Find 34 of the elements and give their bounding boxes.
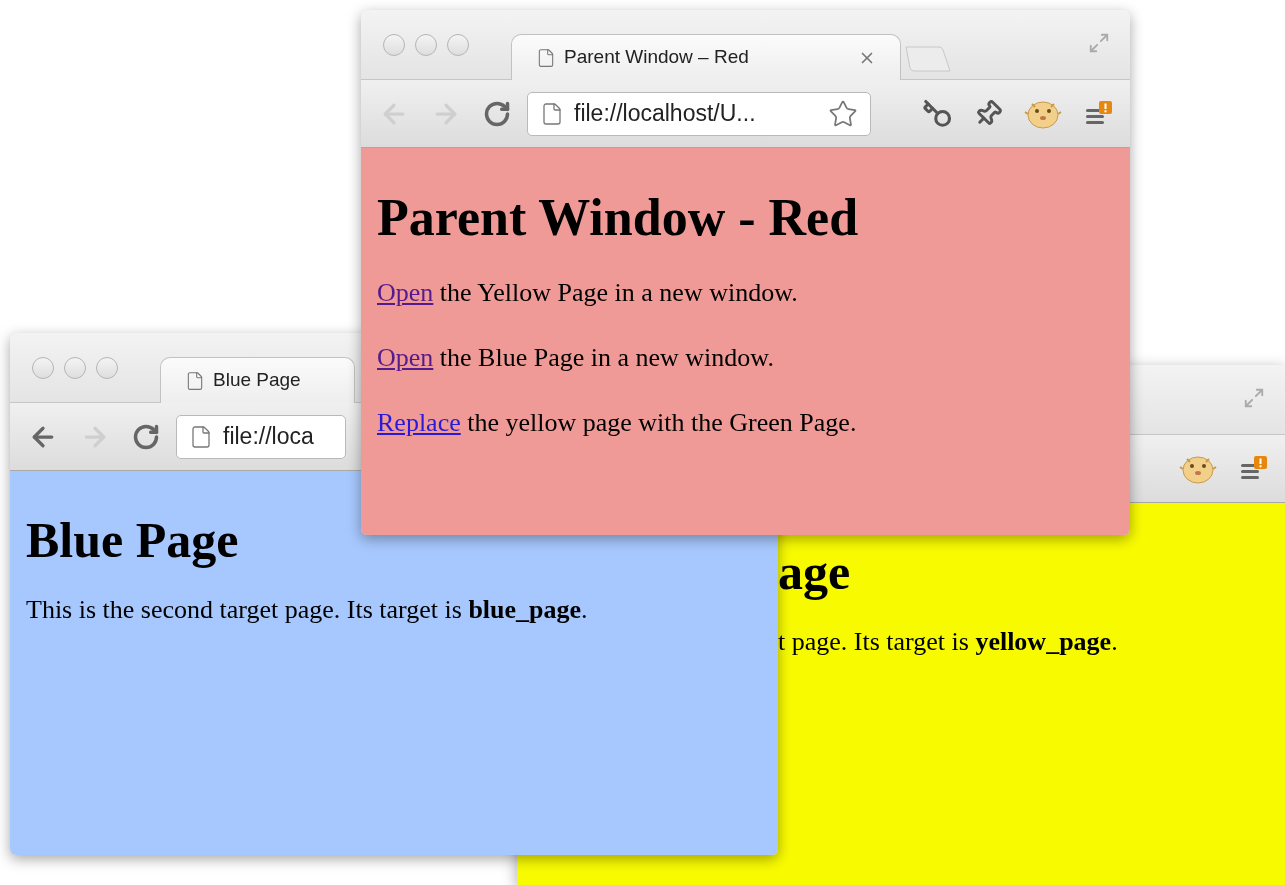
reload-icon[interactable] <box>132 422 160 451</box>
address-bar[interactable]: file://localhost/U... <box>527 91 871 136</box>
page-icon <box>189 424 213 449</box>
page-paragraph: Replace the yellow page with the Green Page. <box>377 408 858 438</box>
page-heading: Parent Window - Red <box>377 192 860 244</box>
page-paragraph: This is the second target page. Its target is blue_page. <box>26 595 589 625</box>
window-control-icon[interactable] <box>415 34 437 56</box>
page-icon <box>536 47 556 68</box>
fullscreen-icon[interactable] <box>1243 387 1265 409</box>
browser-tab[interactable]: Parent Window – Red <box>511 34 901 80</box>
url-text: file://loca <box>223 422 314 452</box>
window-control-icon[interactable] <box>96 357 118 379</box>
page-link[interactable]: Open <box>377 343 434 372</box>
page-link[interactable]: Open <box>377 278 434 307</box>
address-bar[interactable]: file://loca <box>176 414 346 459</box>
browser-tab[interactable]: Blue Page <box>160 357 355 403</box>
window-control-icon[interactable] <box>32 357 54 379</box>
star-icon[interactable] <box>828 98 858 129</box>
page-icon <box>185 370 205 391</box>
tab-title: Blue Page <box>213 368 301 393</box>
page-link[interactable]: Replace <box>377 408 461 437</box>
tab-title: Parent Window – Red <box>564 45 749 70</box>
window-control-icon[interactable] <box>447 34 469 56</box>
reload-icon[interactable] <box>483 99 511 128</box>
page-paragraph: Open the Blue Page in a new window. <box>377 343 775 373</box>
key-icon[interactable] <box>922 98 952 129</box>
page-icon <box>540 101 564 126</box>
fullscreen-icon[interactable] <box>1088 32 1110 54</box>
page-paragraph: Open the Yellow Page in a new window. <box>377 278 799 308</box>
window-control-icon[interactable] <box>64 357 86 379</box>
page-paragraph: t page. Its target is yellow_page. <box>778 627 1119 657</box>
new-tab-icon[interactable] <box>905 45 951 73</box>
url-text: file://localhost/U... <box>574 99 756 129</box>
window-control-icon[interactable] <box>383 34 405 56</box>
